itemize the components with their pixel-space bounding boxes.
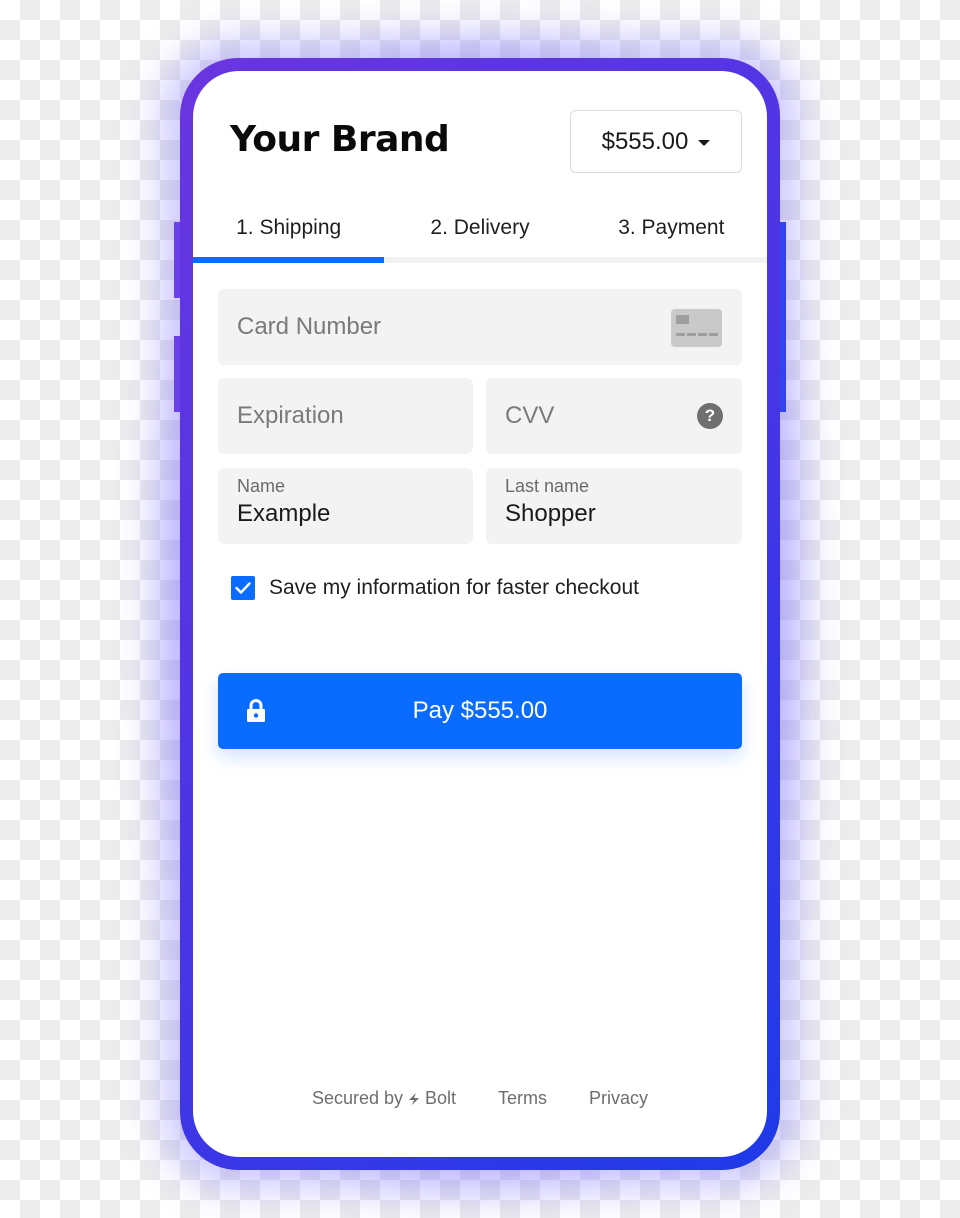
pay-button-label: Pay $555.00 (412, 697, 548, 724)
expiration-input[interactable]: Expiration (218, 378, 473, 454)
first-name-value: Example (237, 500, 331, 527)
order-amount-dropdown[interactable]: $555.00 (570, 110, 742, 173)
last-name-input[interactable]: Last name Shopper (486, 468, 742, 544)
order-amount: $555.00 (601, 127, 689, 155)
lock-icon (247, 699, 265, 722)
tab-shipping[interactable]: 1. Shipping (193, 211, 384, 263)
save-info-checkbox[interactable] (231, 576, 255, 600)
privacy-link[interactable]: Privacy (589, 1088, 648, 1109)
save-info-row: Save my information for faster checkout (231, 576, 639, 600)
first-name-label: Name (237, 476, 286, 496)
pay-button[interactable]: Pay $555.00 (218, 673, 742, 749)
last-name-value: Shopper (505, 500, 596, 527)
step-progress-indicator (193, 257, 385, 263)
cvv-input[interactable]: CVV ? (486, 378, 742, 454)
secured-by-bolt[interactable]: Secured by Bolt (312, 1088, 456, 1109)
checkout-steps: 1. Shipping 2. Delivery 3. Payment (193, 211, 767, 263)
terms-link[interactable]: Terms (498, 1088, 547, 1109)
save-info-label[interactable]: Save my information for faster checkout (269, 576, 639, 600)
card-number-placeholder: Card Number (237, 313, 382, 340)
first-name-input[interactable]: Name Example (218, 468, 473, 544)
cvv-placeholder: CVV (505, 402, 555, 429)
bolt-logo-icon (409, 1092, 419, 1105)
footer: Secured by Bolt Terms Privacy (193, 1088, 767, 1109)
caret-down-icon (698, 139, 711, 146)
bolt-brand-text: Bolt (425, 1088, 457, 1108)
expiration-placeholder: Expiration (237, 402, 344, 429)
last-name-label: Last name (505, 476, 590, 496)
credit-card-icon (671, 309, 722, 347)
checkmark-icon (235, 582, 251, 594)
checkout-screen: Your Brand $555.00 1. Shipping 2. Delive… (193, 71, 767, 1157)
secured-by-text: Secured by (311, 1088, 403, 1108)
brand-logo: Your Brand (230, 119, 450, 160)
tab-delivery[interactable]: 2. Delivery (384, 211, 575, 263)
card-number-input[interactable]: Card Number (218, 289, 742, 365)
help-icon[interactable]: ? (697, 403, 723, 429)
tab-payment[interactable]: 3. Payment (576, 211, 767, 263)
